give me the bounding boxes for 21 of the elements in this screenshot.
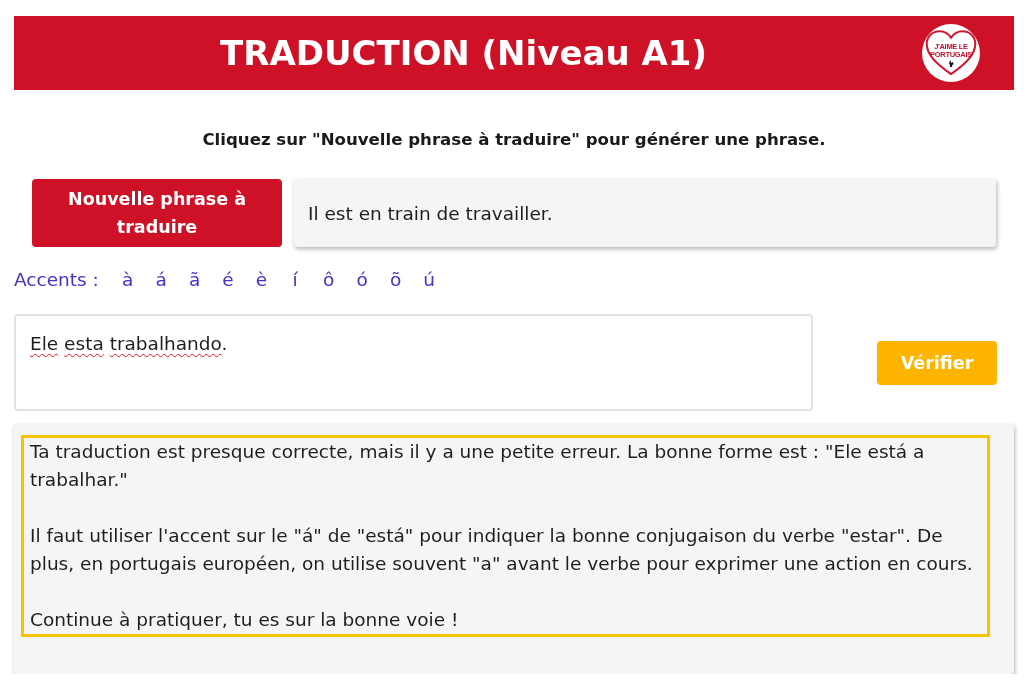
sentence-text: Il est en train de travailler.	[308, 202, 553, 224]
heart-icon	[924, 30, 978, 76]
accent-link[interactable]: ô	[311, 268, 346, 290]
accent-link[interactable]: à	[110, 268, 145, 290]
bird-icon	[948, 59, 954, 67]
feedback-paragraph: Ta traduction est presque correcte, mais il y a une petite erreur. La bonne forme est : "Ele está a trabalhar."	[30, 440, 926, 492]
accent-link[interactable]: ó	[345, 268, 379, 290]
accent-link[interactable]: é	[211, 268, 245, 290]
feedback-paragraph: Il faut utiliser l'accent sur le "á" de "está" pour indiquer la bonne conjugaison du verbe "estar". De plus, en portugais européen, on utilise souvent "a" avant le verbe pour exprimer une action en cours.	[30, 524, 974, 576]
accent-link[interactable]: è	[244, 268, 279, 290]
new-sentence-button[interactable]: Nouvelle phrase à traduire	[32, 179, 282, 247]
accent-link[interactable]: á	[144, 268, 178, 290]
accent-link[interactable]: ã	[177, 268, 212, 290]
accent-link[interactable]: í	[278, 268, 312, 290]
accent-link[interactable]: õ	[378, 268, 413, 290]
answer-field[interactable]: Ele esta trabalhando.	[14, 314, 813, 411]
accent-link[interactable]: ú	[412, 268, 446, 290]
page-title: TRADUCTION (Niveau A1)	[219, 33, 708, 73]
instruction-text: Cliquez sur "Nouvelle phrase à traduire" pour générer une phrase.	[201, 129, 827, 151]
feedback-paragraph: Continue à pratiquer, tu es sur la bonne voie !	[30, 608, 460, 632]
accents-label: Accents :	[14, 268, 99, 290]
